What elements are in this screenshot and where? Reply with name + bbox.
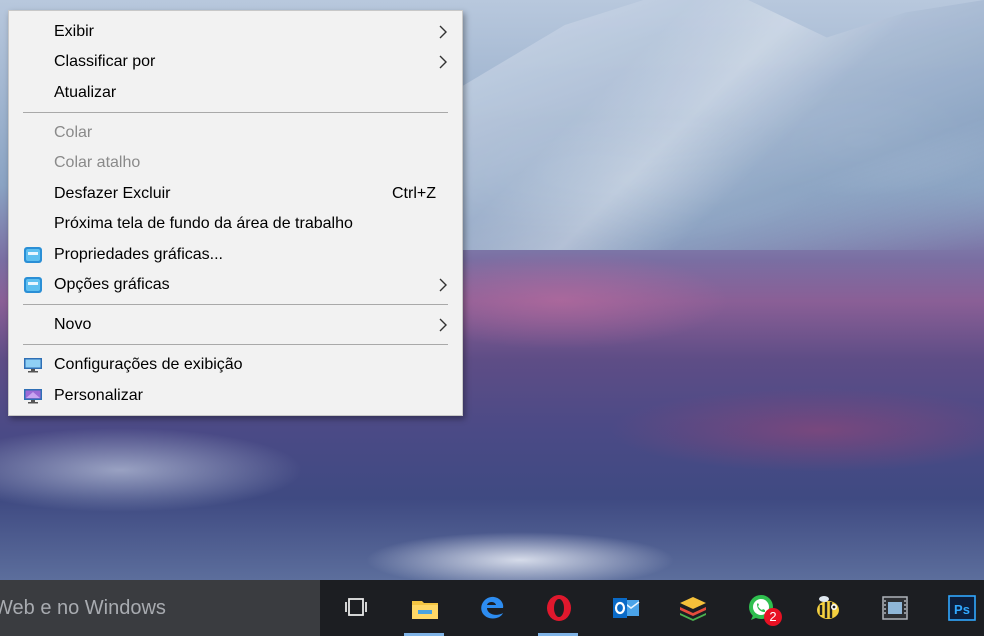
intel-graphics-icon [24, 277, 42, 293]
menu-item-shortcut: Ctrl+Z [392, 185, 436, 202]
search-box[interactable]: Web e no Windows [0, 580, 320, 636]
edge-button[interactable] [465, 580, 517, 636]
photoshop-label: Ps [954, 602, 970, 617]
menu-item-label: Próxima tela de fundo da área de trabalh… [54, 215, 353, 232]
chevron-right-icon [439, 318, 447, 332]
display-settings-icon [24, 358, 42, 373]
notification-badge: 2 [764, 608, 782, 626]
menu-item-label: Opções gráficas [54, 276, 170, 293]
file-explorer-button[interactable] [398, 580, 450, 636]
wallpaper-mountain [460, 0, 984, 250]
photoshop-icon: Ps [948, 595, 976, 621]
search-text: Web e no Windows [0, 597, 166, 619]
menu-item-colar: Colar [9, 119, 462, 147]
video-editor-button[interactable] [868, 580, 920, 636]
task-view-icon [345, 598, 367, 616]
menu-item-label: Configurações de exibição [54, 356, 243, 373]
menu-item-label: Exibir [54, 23, 95, 40]
taskbar: Web e no Windows 2 Ps [0, 580, 984, 636]
menu-separator [23, 304, 448, 305]
menu-item-label: Colar atalho [54, 154, 141, 171]
menu-item-label: Propriedades gráficas... [54, 246, 223, 263]
bluestacks-button[interactable] [666, 580, 718, 636]
menu-item-label: Personalizar [54, 387, 143, 404]
opera-button[interactable] [532, 580, 584, 636]
personalize-icon [24, 389, 42, 404]
menu-item-novo[interactable]: Novo [9, 311, 462, 339]
menu-item-desfazer-excluir[interactable]: Desfazer Excluir Ctrl+Z [9, 180, 462, 208]
menu-item-label: Classificar por [54, 53, 156, 70]
desktop-context-menu: Exibir Classificar por Atualizar Colar C… [8, 10, 463, 416]
menu-item-label: Desfazer Excluir [54, 185, 171, 202]
menu-separator [23, 112, 448, 113]
menu-item-configuracoes-de-exibicao[interactable]: Configurações de exibição [9, 351, 462, 379]
edge-icon [481, 596, 504, 619]
photoshop-button[interactable]: Ps [935, 580, 984, 636]
intel-graphics-icon [24, 247, 42, 263]
menu-item-label: Novo [54, 316, 92, 333]
chevron-right-icon [439, 278, 447, 292]
task-view-button[interactable] [330, 580, 382, 636]
menu-item-propriedades-graficas[interactable]: Propriedades gráficas... [9, 241, 462, 269]
menu-item-exibir[interactable]: Exibir [9, 18, 462, 46]
menu-item-proxima-tela-de-fundo[interactable]: Próxima tela de fundo da área de trabalh… [9, 210, 462, 238]
menu-item-opcoes-graficas[interactable]: Opções gráficas [9, 271, 462, 299]
menu-item-personalizar[interactable]: Personalizar [9, 382, 462, 410]
chevron-right-icon [439, 25, 447, 39]
menu-item-label: Atualizar [54, 84, 117, 101]
chevron-right-icon [439, 55, 447, 69]
menu-item-colar-atalho: Colar atalho [9, 149, 462, 177]
video-editor-icon [882, 596, 908, 620]
bee-app-icon [817, 596, 839, 619]
menu-item-atualizar[interactable]: Atualizar [9, 79, 462, 107]
outlook-icon [613, 598, 640, 618]
menu-item-label: Colar [54, 124, 93, 141]
opera-icon [547, 595, 571, 621]
file-explorer-icon [412, 601, 438, 619]
outlook-button[interactable] [599, 580, 651, 636]
menu-separator [23, 344, 448, 345]
bluestacks-icon [680, 597, 706, 621]
menu-item-classificar-por[interactable]: Classificar por [9, 48, 462, 76]
bee-app-button[interactable] [801, 580, 853, 636]
whatsapp-button[interactable]: 2 [734, 580, 786, 636]
